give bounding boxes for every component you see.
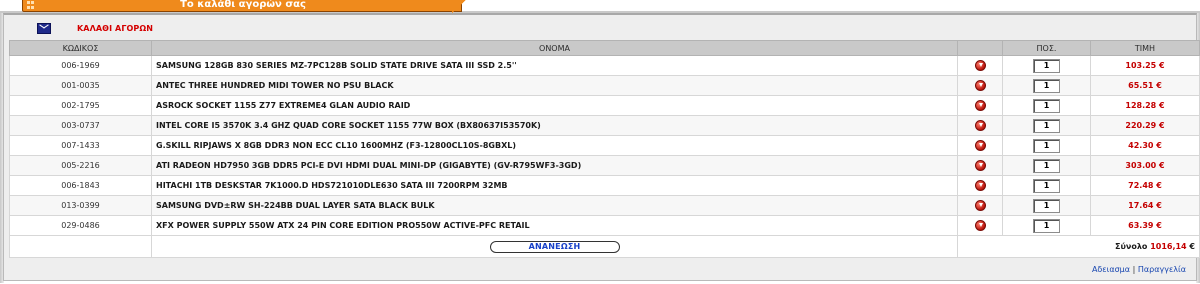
- qty-cell: [1002, 75, 1091, 96]
- quantity-input[interactable]: [1033, 58, 1060, 73]
- col-code: ΚΩΔΙΚΟΣ: [9, 40, 152, 56]
- product-code: 001-0035: [9, 75, 152, 96]
- table-footer-row: ΑΝΑΝΕΩΣΗ Σύνολο 1016,14 €: [9, 235, 1200, 258]
- quantity-input[interactable]: [1033, 198, 1060, 213]
- product-name: ASROCK SOCKET 1155 Z77 EXTREME4 GLAN AUD…: [151, 95, 958, 116]
- remove-item-icon[interactable]: [974, 120, 986, 131]
- qty-cell: [1002, 95, 1091, 116]
- refresh-button[interactable]: ΑΝΑΝΕΩΣΗ: [489, 240, 620, 253]
- refresh-cell: ΑΝΑΝΕΩΣΗ: [151, 235, 958, 258]
- total-value: 1016,14: [1150, 242, 1187, 251]
- quantity-input[interactable]: [1033, 178, 1060, 193]
- product-name: INTEL CORE I5 3570K 3.4 GHZ QUAD CORE SO…: [151, 115, 958, 136]
- remove-item-icon[interactable]: [974, 200, 986, 211]
- quantity-input[interactable]: [1033, 98, 1060, 113]
- delete-cell: [957, 75, 1003, 96]
- product-name: SAMSUNG DVD±RW SH-224BB DUAL LAYER SATA …: [151, 195, 958, 216]
- remove-item-icon[interactable]: [974, 140, 986, 151]
- table-row: 005-2216 ATI RADEON HD7950 3GB DDR5 PCI-E…: [9, 155, 1200, 176]
- product-price: 42.30 €: [1090, 135, 1200, 156]
- empty-cart-link[interactable]: Αδειασμα: [1092, 265, 1130, 274]
- col-name: ΟΝΟΜΑ: [151, 40, 958, 56]
- col-qty: ΠΟΣ.: [1002, 40, 1091, 56]
- product-code: 005-2216: [9, 155, 152, 176]
- product-code: 029-0486: [9, 215, 152, 236]
- product-price: 63.39 €: [1090, 215, 1200, 236]
- qty-cell: [1002, 155, 1091, 176]
- link-separator: |: [1132, 265, 1136, 274]
- table-row: 001-0035 ANTEC THREE HUNDRED MIDI TOWER N…: [9, 75, 1200, 96]
- cart-title: ΚΑΛΑΘΙ ΑΓΟΡΩΝ: [77, 23, 154, 33]
- cart-tab[interactable]: Το καλάθι αγορών σας: [22, 0, 462, 12]
- table-row: 013-0399 SAMSUNG DVD±RW SH-224BB DUAL LAY…: [9, 195, 1200, 216]
- product-code: 002-1795: [9, 95, 152, 116]
- delete-cell: [957, 175, 1003, 196]
- quantity-input[interactable]: [1033, 118, 1060, 133]
- qty-cell: [1002, 115, 1091, 136]
- remove-item-icon[interactable]: [974, 100, 986, 111]
- col-delete: [957, 40, 1003, 56]
- table-row: 002-1795 ASROCK SOCKET 1155 Z77 EXTREME4 …: [9, 95, 1200, 116]
- delete-cell: [957, 155, 1003, 176]
- table-row: 007-1433 G.SKILL RIPJAWS X 8GB DDR3 NON E…: [9, 135, 1200, 156]
- product-code: 013-0399: [9, 195, 152, 216]
- product-price: 65.51 €: [1090, 75, 1200, 96]
- qty-cell: [1002, 195, 1091, 216]
- tab-title: Το καλάθι αγορών σας: [180, 0, 306, 10]
- product-name: XFX POWER SUPPLY 550W ATX 24 PIN CORE ED…: [151, 215, 958, 236]
- delete-cell: [957, 115, 1003, 136]
- table-row: 006-1843 HITACHI 1TB DESKSTAR 7K1000.D HD…: [9, 175, 1200, 196]
- product-code: 006-1969: [9, 55, 152, 76]
- remove-item-icon[interactable]: [974, 180, 986, 191]
- product-name: G.SKILL RIPJAWS X 8GB DDR3 NON ECC CL10 …: [151, 135, 958, 156]
- order-link[interactable]: Παραγγελία: [1138, 265, 1186, 274]
- remove-item-icon[interactable]: [974, 80, 986, 91]
- product-name: HITACHI 1TB DESKSTAR 7K1000.D HDS721010D…: [151, 175, 958, 196]
- table-row: 003-0737 INTEL CORE I5 3570K 3.4 GHZ QUAD…: [9, 115, 1200, 136]
- table-header-row: ΚΩΔΙΚΟΣ ΟΝΟΜΑ ΠΟΣ. ΤΙΜΗ: [9, 40, 1200, 56]
- product-price: 303.00 €: [1090, 155, 1200, 176]
- delete-cell: [957, 55, 1003, 76]
- quantity-input[interactable]: [1033, 158, 1060, 173]
- table-row: 029-0486 XFX POWER SUPPLY 550W ATX 24 PIN…: [9, 215, 1200, 236]
- qty-cell: [1002, 55, 1091, 76]
- total-currency: €: [1189, 242, 1195, 251]
- product-name: ATI RADEON HD7950 3GB DDR5 PCI-E DVI HDM…: [151, 155, 958, 176]
- product-code: 003-0737: [9, 115, 152, 136]
- quantity-input[interactable]: [1033, 78, 1060, 93]
- total-label: Σύνολο: [1115, 242, 1148, 251]
- product-code: 007-1433: [9, 135, 152, 156]
- total-cell: Σύνολο 1016,14 €: [957, 235, 1200, 258]
- footer-links: Αδειασμα | Παραγγελία: [1092, 265, 1186, 274]
- delete-cell: [957, 95, 1003, 116]
- envelope-icon: [37, 22, 51, 34]
- product-price: 128.28 €: [1090, 95, 1200, 116]
- product-name: SAMSUNG 128GB 830 SERIES MZ-7PC128B SOLI…: [151, 55, 958, 76]
- qty-cell: [1002, 175, 1091, 196]
- table-row: 006-1969 SAMSUNG 128GB 830 SERIES MZ-7PC1…: [9, 55, 1200, 76]
- delete-cell: [957, 135, 1003, 156]
- qty-cell: [1002, 135, 1091, 156]
- product-price: 103.25 €: [1090, 55, 1200, 76]
- product-price: 17.64 €: [1090, 195, 1200, 216]
- product-price: 220.29 €: [1090, 115, 1200, 136]
- product-price: 72.48 €: [1090, 175, 1200, 196]
- tab-corner: [452, 0, 466, 13]
- cart-header: ΚΑΛΑΘΙ ΑΓΟΡΩΝ: [37, 21, 153, 35]
- remove-item-icon[interactable]: [974, 60, 986, 71]
- product-name: ANTEC THREE HUNDRED MIDI TOWER NO PSU BL…: [151, 75, 958, 96]
- qty-cell: [1002, 215, 1091, 236]
- delete-cell: [957, 195, 1003, 216]
- cart-table: ΚΩΔΙΚΟΣ ΟΝΟΜΑ ΠΟΣ. ΤΙΜΗ 006-1969 SAMSUNG …: [9, 40, 1200, 258]
- delete-cell: [957, 215, 1003, 236]
- product-code: 006-1843: [9, 175, 152, 196]
- quantity-input[interactable]: [1033, 218, 1060, 233]
- quantity-input[interactable]: [1033, 138, 1060, 153]
- remove-item-icon[interactable]: [974, 160, 986, 171]
- col-price: ΤΙΜΗ: [1090, 40, 1200, 56]
- footer-blank: [9, 235, 152, 258]
- remove-item-icon[interactable]: [974, 220, 986, 231]
